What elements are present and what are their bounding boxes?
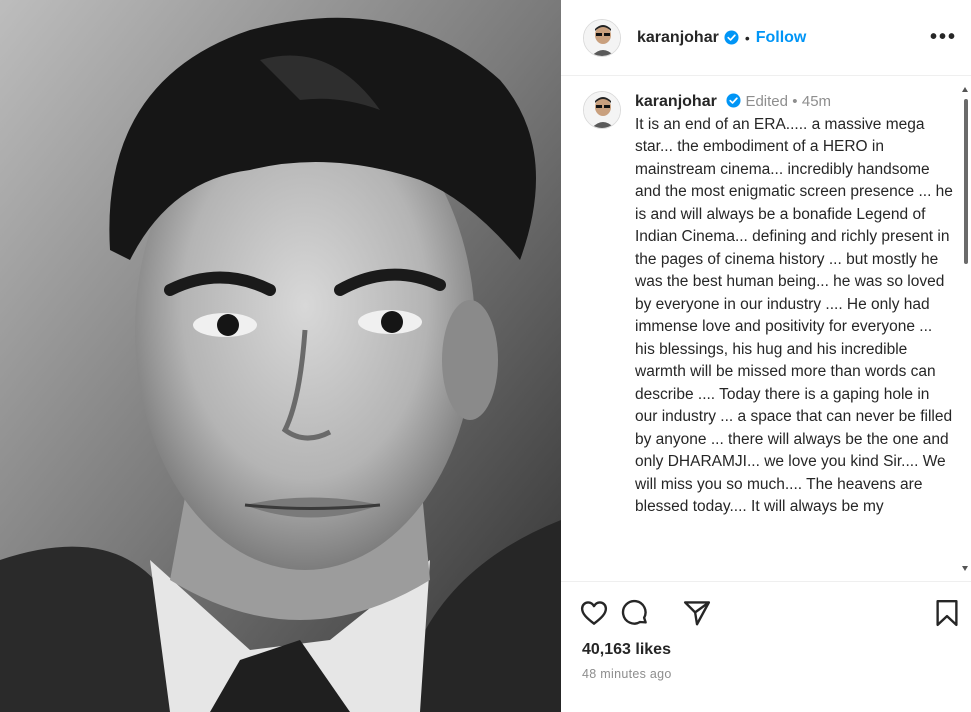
caption-time[interactable]: 45m	[802, 93, 831, 110]
verified-badge-icon	[726, 93, 741, 108]
post-header: karanjohar • Follow •••	[561, 0, 971, 76]
post-photo[interactable]	[0, 0, 561, 712]
caption-body: It is an end of an ERA..... a massive me…	[635, 115, 953, 516]
bookmark-icon[interactable]	[932, 598, 962, 628]
verified-badge-icon	[724, 30, 739, 45]
avatar[interactable]	[583, 18, 621, 57]
comment-icon[interactable]	[620, 598, 650, 628]
post-side-panel: karanjohar • Follow ••• karanjohar Edite…	[561, 0, 971, 712]
caption-separator: •	[792, 93, 798, 110]
post-actions: 40,163 likes 48 minutes ago	[561, 581, 971, 712]
avatar-image	[584, 92, 620, 128]
header-separator: •	[744, 29, 750, 46]
share-icon[interactable]	[682, 598, 712, 628]
caption-username[interactable]: karanjohar	[635, 93, 717, 110]
caption-text-block: karanjohar Edited • 45m It is an end of …	[635, 91, 953, 519]
post-timestamp[interactable]: 48 minutes ago	[582, 667, 672, 681]
edited-label: Edited	[745, 93, 788, 110]
caption-avatar[interactable]	[583, 91, 621, 129]
more-options-icon[interactable]: •••	[930, 26, 957, 49]
scroll-down-arrow-icon[interactable]	[962, 566, 968, 571]
scroll-up-arrow-icon[interactable]	[962, 87, 968, 92]
caption-comment: karanjohar Edited • 45m It is an end of …	[561, 77, 959, 519]
portrait-illustration	[0, 0, 561, 712]
follow-button[interactable]: Follow	[756, 29, 807, 47]
scrollbar-thumb[interactable]	[964, 99, 968, 264]
header-username[interactable]: karanjohar	[637, 29, 719, 47]
likes-count[interactable]: 40,163 likes	[582, 641, 671, 659]
heart-icon[interactable]	[579, 598, 609, 628]
avatar-image	[584, 19, 620, 56]
caption-scroll-area[interactable]: karanjohar Edited • 45m It is an end of …	[561, 77, 959, 581]
caption-scrollbar[interactable]	[959, 77, 971, 581]
